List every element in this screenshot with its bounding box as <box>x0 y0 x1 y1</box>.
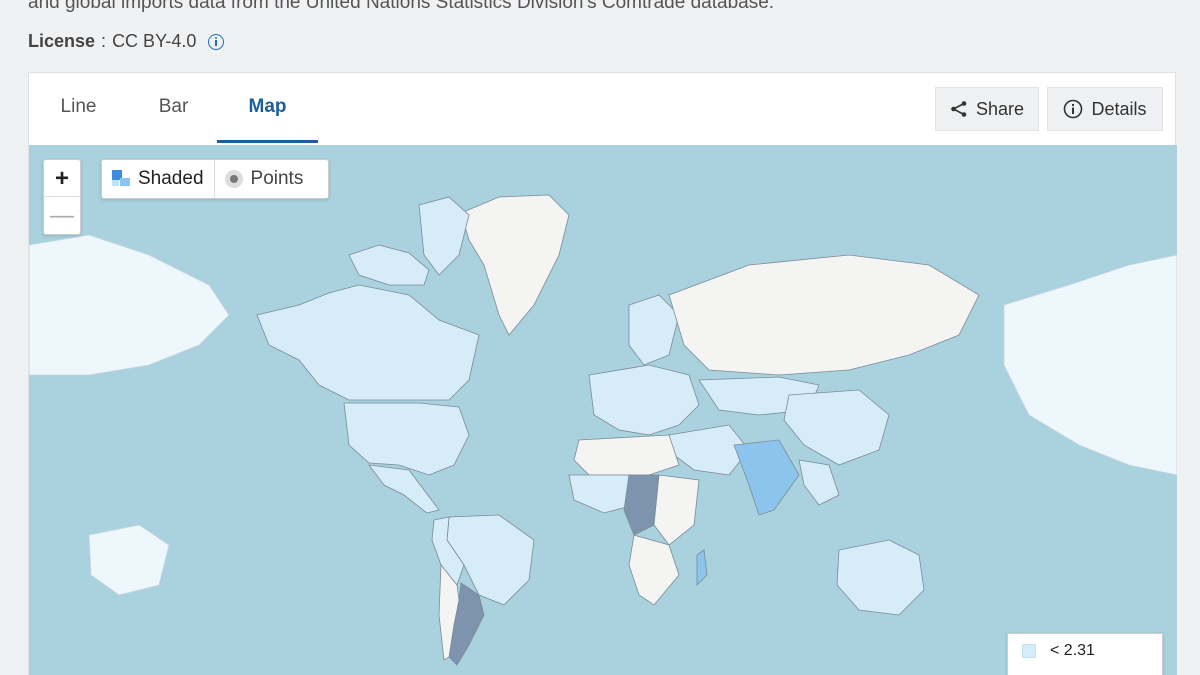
points-label: Points <box>250 168 304 189</box>
region-usa <box>343 402 470 476</box>
region-canada <box>256 284 480 401</box>
region-india <box>733 439 800 516</box>
legend-swatch <box>1022 644 1036 658</box>
region-east-africa <box>653 474 700 546</box>
details-label: Details <box>1091 98 1147 119</box>
zoom-control: + — <box>43 159 81 235</box>
region-australia <box>836 539 925 616</box>
region-se-asia <box>798 459 840 506</box>
region-madagascar <box>696 549 708 586</box>
legend-item: < 2.31 <box>1008 634 1162 668</box>
share-label: Share <box>975 98 1025 119</box>
points-option[interactable]: Points <box>215 160 314 198</box>
region-southern-africa <box>628 534 680 606</box>
radio-dot-icon <box>224 170 243 188</box>
tab-bar[interactable]: Bar <box>126 73 221 145</box>
tab-map[interactable]: Map <box>217 73 318 145</box>
license-separator: : <box>101 31 107 51</box>
license-line: License : CC BY-4.0 <box>28 31 225 52</box>
legend-label: < 2.31 <box>1050 642 1095 659</box>
region-north-africa <box>573 434 680 476</box>
shaded-label: Shaded <box>138 168 204 189</box>
zoom-in-button[interactable]: + <box>44 160 80 197</box>
shaded-option[interactable]: Shaded <box>102 160 215 198</box>
tab-line[interactable]: Line <box>31 73 126 145</box>
region-australia-west-edge <box>88 524 170 596</box>
view-tabs: Line Bar Map <box>29 73 318 145</box>
world-map[interactable]: + — Shaded Points < 2.31 <box>29 145 1177 675</box>
region-arctic-islands <box>348 244 430 286</box>
layer-toggle: Shaded Points <box>101 159 329 199</box>
world-map-canvas[interactable] <box>29 145 1177 675</box>
region-greenland <box>460 194 570 336</box>
region-china <box>783 389 890 466</box>
details-button[interactable]: Details <box>1047 87 1163 131</box>
intro-text: and global imports data from the United … <box>28 0 775 13</box>
zoom-out-button[interactable]: — <box>44 197 80 234</box>
region-baffin <box>418 196 470 276</box>
region-russia <box>668 254 980 376</box>
chart-card: Line Bar Map Share Details + — Shaded Po… <box>28 72 1177 675</box>
region-central-africa <box>623 474 660 536</box>
info-icon <box>1063 99 1083 119</box>
share-button[interactable]: Share <box>935 87 1039 131</box>
shaded-icon <box>112 170 130 188</box>
info-icon[interactable] <box>208 33 225 50</box>
license-label: License <box>28 31 96 51</box>
share-icon <box>950 100 968 118</box>
region-asia-west-edge <box>29 234 230 376</box>
region-asia-east-edge <box>1003 254 1177 476</box>
region-europe <box>588 364 700 436</box>
license-value: CC BY-4.0 <box>112 31 197 51</box>
region-scandinavia <box>628 294 680 366</box>
map-legend: < 2.31 <box>1007 633 1163 675</box>
